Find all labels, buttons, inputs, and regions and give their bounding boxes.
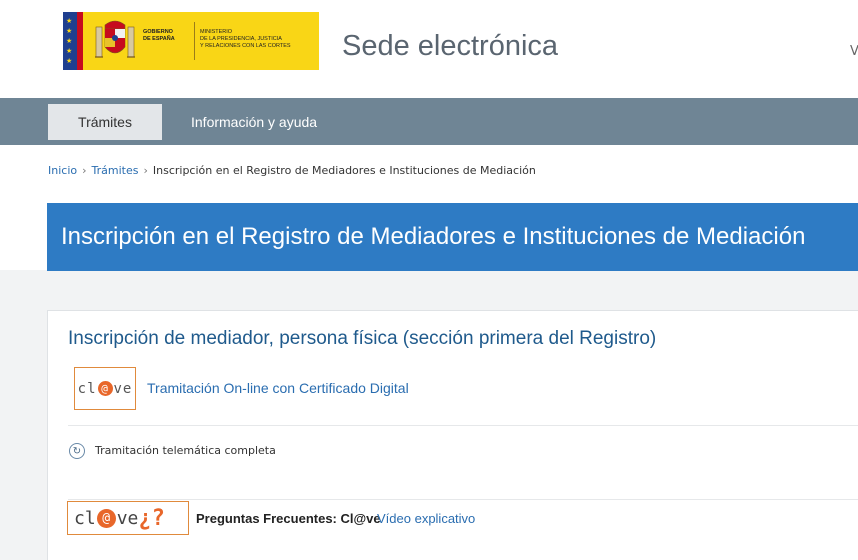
header-cut-text: V: [850, 44, 858, 59]
spain-coat-of-arms-icon: [95, 20, 135, 58]
video-link[interactable]: Vídeo explicativo: [377, 511, 475, 526]
logo-divider: [194, 22, 195, 60]
divider: [68, 499, 858, 500]
site-header: ★ ★ ★ ★ ★ GOBIERNO DE ESPAÑA MINISTERIO …: [0, 0, 858, 98]
clave-logo[interactable]: cl @ ve: [74, 367, 136, 410]
page-title: Inscripción en el Registro de Mediadores…: [61, 223, 806, 250]
clave-logo-text: cl: [77, 380, 97, 397]
tab-informacion-ayuda[interactable]: Información y ayuda: [175, 104, 333, 140]
page-banner: Inscripción en el Registro de Mediadores…: [47, 203, 858, 271]
gov-logo-text: GOBIERNO DE ESPAÑA: [143, 29, 175, 42]
faq-logo-text: cl: [74, 507, 96, 529]
breadcrumb-separator: ›: [143, 164, 148, 177]
eu-flag-icon: ★ ★ ★ ★ ★: [63, 12, 83, 70]
main-nav: Trámites Información y ayuda: [0, 98, 858, 145]
refresh-circle-icon: ↻: [69, 443, 85, 459]
clave-at-icon: @: [97, 381, 113, 396]
faq-logo-text: ve: [116, 507, 139, 529]
breadcrumb: Inicio › Trámites › Inscripción en el Regist…: [48, 164, 536, 177]
breadcrumb-current: Inscripción en el Registro de Mediadores…: [152, 164, 536, 177]
telematic-text: Tramitación telemática completa: [95, 444, 276, 457]
breadcrumb-inicio[interactable]: Inicio: [48, 164, 77, 177]
divider: [68, 425, 858, 426]
online-certificate-link[interactable]: Tramitación On-line con Certificado Digi…: [147, 380, 409, 396]
clave-faq-logo[interactable]: cl @ ve ¿?: [67, 501, 189, 535]
faq-at-icon: @: [96, 508, 116, 528]
clave-logo-text: ve: [113, 380, 133, 397]
faq-label: Preguntas Frecuentes: Cl@ve: [196, 511, 381, 526]
procedure-title: Inscripción de mediador, persona física …: [68, 328, 657, 349]
tab-tramites[interactable]: Trámites: [48, 104, 162, 140]
breadcrumb-separator: ›: [82, 164, 87, 177]
procedure-card: Inscripción de mediador, persona física …: [47, 310, 858, 560]
government-logo[interactable]: ★ ★ ★ ★ ★ GOBIERNO DE ESPAÑA MINISTERIO …: [63, 12, 319, 70]
site-title[interactable]: Sede electrónica: [342, 30, 558, 63]
breadcrumb-tramites[interactable]: Trámites: [92, 164, 139, 177]
question-mark-icon: ¿?: [138, 505, 165, 531]
ministry-logo-text: MINISTERIO DE LA PRESIDENCIA, JUSTICIA Y…: [200, 29, 291, 49]
